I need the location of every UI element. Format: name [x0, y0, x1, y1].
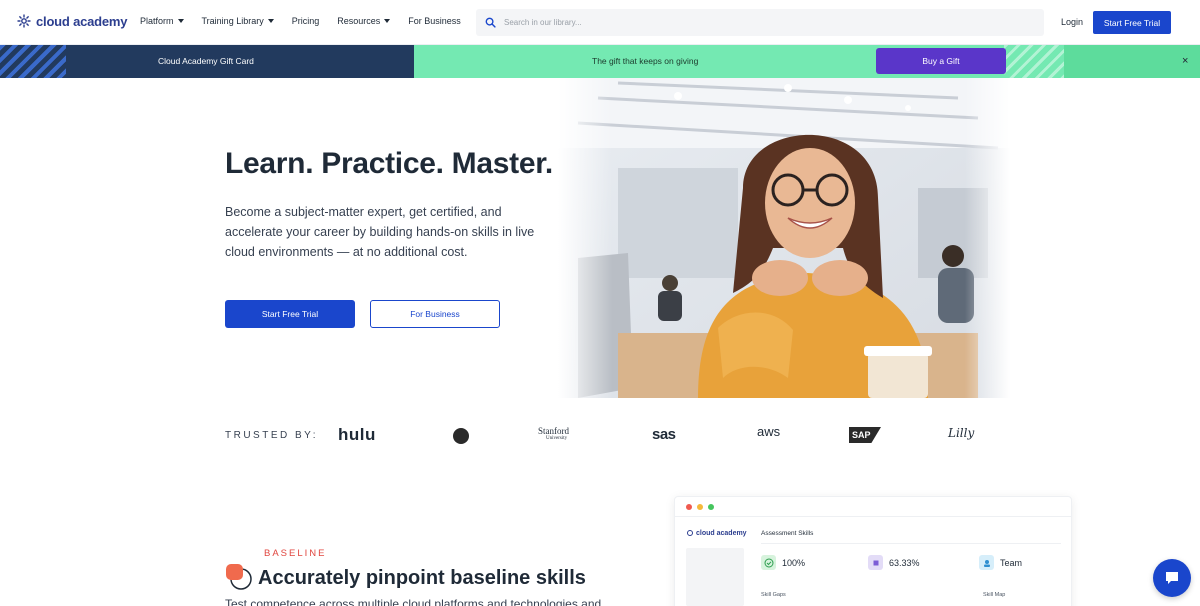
nav-item-label: For Business	[408, 16, 461, 26]
maximize-dot-icon	[708, 504, 714, 510]
stat-value: 63.33%	[889, 557, 920, 568]
preview-stat-completion: 100%	[761, 555, 805, 570]
nav-item-training-library[interactable]: Training Library	[202, 16, 274, 26]
check-circle-icon	[761, 555, 776, 570]
nav-item-label: Resources	[337, 16, 381, 26]
preview-stat-score: 63.33%	[868, 555, 920, 570]
chevron-down-icon	[384, 19, 391, 23]
window-controls	[686, 504, 714, 510]
for-business-button[interactable]: For Business	[370, 300, 500, 328]
nav-menu: Platform Training Library Pricing Resour…	[140, 16, 479, 26]
nav-item-pricing[interactable]: Pricing	[292, 16, 320, 26]
preview-subheading-skill-gaps: Skill Gaps	[761, 592, 786, 598]
sap-logo: SAP	[849, 427, 881, 443]
preview-sidebar-placeholder	[686, 548, 744, 606]
banner-title: Cloud Academy Gift Card	[158, 56, 254, 66]
close-dot-icon	[686, 504, 692, 510]
cloud-academy-logo-icon	[17, 14, 31, 28]
stat-value: Team	[1000, 557, 1023, 568]
nav-item-platform[interactable]: Platform	[140, 16, 184, 26]
stanford-logo: Stanford University	[538, 427, 569, 443]
preview-heading: Assessment Skills	[761, 530, 814, 537]
trusted-by-label: TRUSTED BY:	[225, 430, 319, 441]
section-title: Accurately pinpoint baseline skills	[258, 567, 586, 589]
hero-description: Become a subject-matter expert, get cert…	[225, 205, 535, 259]
preview-divider	[761, 543, 1061, 544]
banner-stripes-decoration	[0, 45, 66, 78]
chat-bubble-icon	[1166, 572, 1178, 584]
team-icon	[979, 555, 994, 570]
baseline-target-icon	[226, 564, 252, 590]
search-bar[interactable]	[476, 9, 1044, 36]
section-description: Test competence across multiple cloud pl…	[225, 597, 602, 606]
close-icon[interactable]: ×	[1182, 55, 1188, 67]
login-link[interactable]: Login	[1061, 17, 1083, 27]
top-navigation: cloud academy Platform Training Library …	[0, 0, 1200, 45]
nav-item-label: Pricing	[291, 16, 320, 26]
hulu-logo: hulu	[338, 425, 376, 444]
chat-widget-button[interactable]	[1153, 559, 1191, 597]
search-icon	[485, 17, 496, 28]
sas-logo: sas	[652, 426, 676, 443]
minimize-dot-icon	[697, 504, 703, 510]
banner-left-panel: Cloud Academy Gift Card	[0, 45, 414, 78]
preview-subheading-skill-map: Skill Map	[983, 592, 1006, 598]
section-kicker: BASELINE	[264, 548, 327, 559]
stat-value: 100%	[782, 557, 806, 568]
preview-stat-team: Team	[979, 555, 1022, 570]
chevron-down-icon	[177, 19, 184, 23]
search-input[interactable]	[504, 18, 1004, 27]
banner-tagline: The gift that keeps on giving	[592, 56, 699, 66]
chevron-down-icon	[267, 19, 274, 23]
nav-item-label: Platform	[140, 16, 174, 26]
cloud-academy-logo-icon	[687, 530, 693, 536]
nav-start-free-trial-button[interactable]: Start Free Trial	[1093, 11, 1171, 34]
hero-image	[558, 78, 1010, 398]
hero-title: Learn. Practice. Master.	[225, 147, 553, 180]
brand-logo[interactable]: cloud academy	[16, 13, 128, 29]
nav-item-for-business[interactable]: For Business	[408, 16, 461, 26]
buy-gift-button[interactable]: Buy a Gift	[876, 48, 1006, 74]
stanford-logo-line2: University	[546, 436, 568, 441]
lilly-logo: Lilly	[948, 426, 975, 440]
preview-divider	[674, 516, 1072, 517]
banner-stripes-decoration	[1004, 45, 1064, 78]
preview-brand-name: cloud academy	[696, 529, 747, 537]
aws-logo: aws	[757, 424, 781, 439]
preview-brand-logo: cloud academy	[686, 529, 747, 537]
brand-name: cloud academy	[36, 13, 128, 29]
nav-item-resources[interactable]: Resources	[337, 16, 391, 26]
start-free-trial-button[interactable]: Start Free Trial	[225, 300, 355, 328]
nav-item-label: Training Library	[201, 16, 264, 26]
banner-right-panel	[414, 45, 1200, 78]
circular-company-logo-icon	[453, 428, 469, 444]
badge-icon	[868, 555, 883, 570]
smiling-woman-office-illustration	[558, 78, 1010, 398]
banner-accent-block	[1064, 45, 1200, 78]
stanford-logo-line1: Stanford	[538, 426, 569, 436]
